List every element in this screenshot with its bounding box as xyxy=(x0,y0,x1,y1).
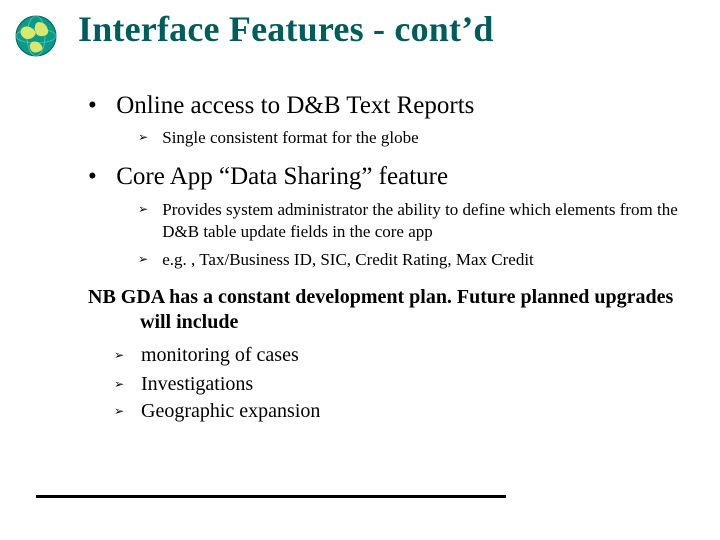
globe-icon xyxy=(14,14,58,63)
bullet-level1: • Online access to D&B Text Reports xyxy=(88,90,703,121)
bullet-text: Provides system administrator the abilit… xyxy=(162,199,702,243)
bullet-text: Investigations xyxy=(141,372,701,397)
bullet-text: monitoring of cases xyxy=(141,343,701,368)
bullet-level2: ➢ Provides system administrator the abil… xyxy=(138,199,703,243)
bullet-text: Core App “Data Sharing” feature xyxy=(116,161,696,192)
arrow-icon: ➢ xyxy=(114,399,136,419)
slide-title: Interface Features - cont’d xyxy=(78,8,494,50)
arrow-icon: ➢ xyxy=(138,127,158,146)
bullet-text: Single consistent format for the globe xyxy=(162,127,702,149)
bullet-dot-icon: • xyxy=(88,161,110,192)
note-paragraph: NB GDA has a constant development plan. … xyxy=(88,285,703,335)
bullet-level1: • Core App “Data Sharing” feature xyxy=(88,161,703,192)
arrow-icon: ➢ xyxy=(138,199,158,218)
bullet-level2: ➢ Single consistent format for the globe xyxy=(138,127,703,149)
slide: Interface Features - cont’d • Online acc… xyxy=(0,0,720,540)
bullet-text: Geographic expansion xyxy=(141,399,701,424)
bullet-level2: ➢ Geographic expansion xyxy=(114,399,703,424)
note-text-line2: will include xyxy=(140,310,700,335)
bullet-text: e.g. , Tax/Business ID, SIC, Credit Rati… xyxy=(162,249,702,271)
bullet-level2: ➢ e.g. , Tax/Business ID, SIC, Credit Ra… xyxy=(138,249,703,271)
bullet-level2: ➢ monitoring of cases xyxy=(114,343,703,368)
bullet-level2: ➢ Investigations xyxy=(114,372,703,397)
arrow-icon: ➢ xyxy=(114,343,136,363)
footer-divider xyxy=(36,495,506,498)
bullet-dot-icon: • xyxy=(88,90,110,121)
note-text-line1: NB GDA has a constant development plan. … xyxy=(88,286,673,308)
slide-body: • Online access to D&B Text Reports ➢ Si… xyxy=(88,78,703,426)
bullet-text: Online access to D&B Text Reports xyxy=(116,90,696,121)
arrow-icon: ➢ xyxy=(138,249,158,268)
arrow-icon: ➢ xyxy=(114,372,136,392)
